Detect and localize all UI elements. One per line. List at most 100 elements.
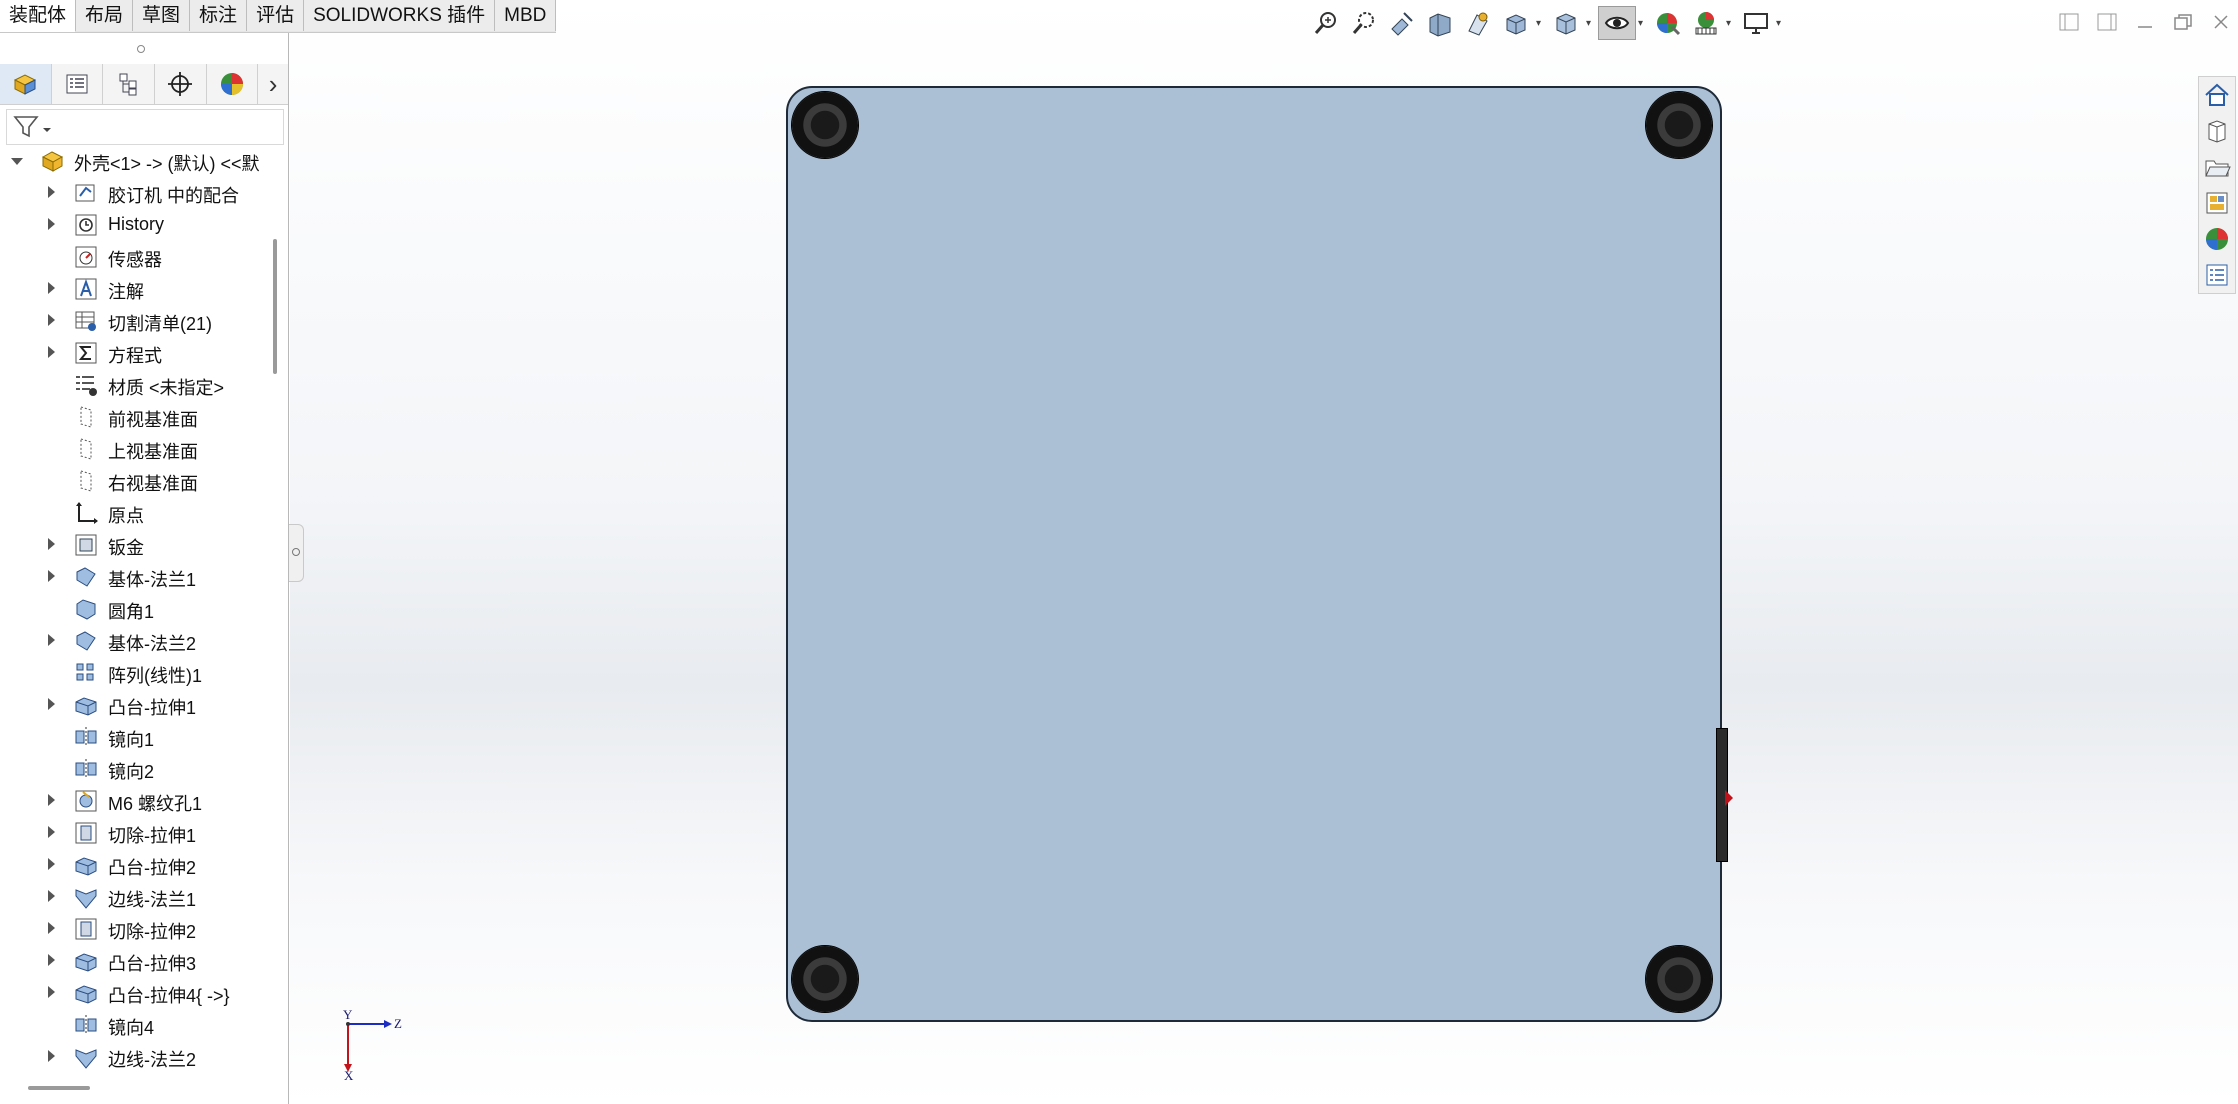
panel-collapse-handle[interactable] xyxy=(289,524,304,582)
tree-item[interactable]: 注解 xyxy=(0,273,270,305)
expand-arrow-icon[interactable] xyxy=(48,858,55,870)
expand-arrow-icon[interactable] xyxy=(48,986,55,998)
rubber-foot[interactable] xyxy=(1646,92,1712,158)
chevron-down-icon[interactable]: ▾ xyxy=(1536,18,1546,29)
tree-item[interactable]: 边线-法兰2 xyxy=(0,1041,270,1073)
expand-arrow-icon[interactable] xyxy=(48,1050,55,1062)
horizontal-scrollbar[interactable] xyxy=(28,1086,90,1090)
vertical-scrollbar[interactable] xyxy=(273,239,277,374)
tree-item[interactable]: 边线-法兰1 xyxy=(0,881,270,913)
solidworks-resources-tab[interactable] xyxy=(2199,77,2235,113)
previous-view-button[interactable] xyxy=(1384,7,1420,39)
file-explorer-tab[interactable] xyxy=(2199,149,2235,185)
tree-item-label: 凸台-拉伸3 xyxy=(108,954,197,974)
tree-item[interactable]: 凸台-拉伸1 xyxy=(0,689,270,721)
tile-left-button[interactable] xyxy=(2052,6,2086,38)
chevron-right-icon[interactable]: › xyxy=(258,64,288,104)
tree-item[interactable]: 胶订机 中的配合 xyxy=(0,177,270,209)
view-palette-tab[interactable] xyxy=(2199,185,2235,221)
tree-item[interactable]: 镜向2 xyxy=(0,753,270,785)
tree-item[interactable]: 传感器 xyxy=(0,241,270,273)
chevron-down-icon[interactable]: ▾ xyxy=(1726,18,1736,29)
tree-item[interactable]: 材质 <未指定> xyxy=(0,369,270,401)
section-view-button[interactable] xyxy=(1422,7,1458,39)
tree-item[interactable]: 凸台-拉伸3 xyxy=(0,945,270,977)
edit-appearance-button[interactable] xyxy=(1650,7,1686,39)
tree-item[interactable]: 基体-法兰2 xyxy=(0,625,270,657)
view-settings-button[interactable] xyxy=(1738,7,1774,39)
expand-arrow-icon[interactable] xyxy=(48,954,55,966)
graphics-area[interactable]: ▾ ▾ ▾ ▾ ▾ Y Z X xyxy=(290,0,2238,1104)
tree-item[interactable]: 镜向4 xyxy=(0,1009,270,1041)
tree-item[interactable]: 右视基准面 xyxy=(0,465,270,497)
tree-item[interactable]: 圆角1 xyxy=(0,593,270,625)
feature-manager-tab[interactable] xyxy=(0,64,52,104)
display-style-button[interactable] xyxy=(1548,7,1584,39)
minimize-button[interactable] xyxy=(2128,6,2162,38)
tree-item[interactable]: 上视基准面 xyxy=(0,433,270,465)
command-tab[interactable]: 装配体 xyxy=(0,0,77,32)
dimxpert-tab[interactable] xyxy=(155,64,207,104)
expand-arrow-icon[interactable] xyxy=(48,922,55,934)
tree-item[interactable]: History xyxy=(0,209,270,241)
zoom-to-fit-button[interactable] xyxy=(1308,7,1344,39)
design-library-tab[interactable] xyxy=(2199,113,2235,149)
expand-arrow-icon[interactable] xyxy=(48,890,55,902)
close-button[interactable] xyxy=(2204,6,2238,38)
expand-arrow-icon[interactable] xyxy=(48,218,55,230)
command-tab[interactable]: 布局 xyxy=(76,0,134,31)
property-manager-tab[interactable] xyxy=(52,64,104,104)
rubber-foot[interactable] xyxy=(1646,946,1712,1012)
chevron-down-icon[interactable]: ▾ xyxy=(1776,18,1786,29)
custom-properties-tab[interactable] xyxy=(2199,257,2235,293)
expand-arrow-icon[interactable] xyxy=(48,346,55,358)
tree-item[interactable]: 前视基准面 xyxy=(0,401,270,433)
hide-show-items-button[interactable] xyxy=(1598,6,1636,40)
tree-item[interactable]: 切除-拉伸2 xyxy=(0,913,270,945)
part-model[interactable] xyxy=(786,86,1722,1022)
expand-arrow-icon[interactable] xyxy=(48,826,55,838)
tree-item[interactable]: 切除-拉伸1 xyxy=(0,817,270,849)
tree-item[interactable]: 镜向1 xyxy=(0,721,270,753)
panel-grip[interactable] xyxy=(137,45,145,53)
expand-arrow-icon[interactable] xyxy=(48,282,55,294)
command-tab[interactable]: SOLIDWORKS 插件 xyxy=(304,0,496,31)
expand-arrow-icon[interactable] xyxy=(48,186,55,198)
view-orientation-button[interactable] xyxy=(1498,7,1534,39)
collapse-arrow-icon[interactable] xyxy=(11,158,23,165)
appearances-icon xyxy=(2206,228,2228,250)
expand-arrow-icon[interactable] xyxy=(48,314,55,326)
appearances-tab[interactable] xyxy=(2199,221,2235,257)
expand-arrow-icon[interactable] xyxy=(48,538,55,550)
command-tab[interactable]: 标注 xyxy=(190,0,248,31)
chevron-down-icon[interactable]: ▾ xyxy=(1638,18,1648,29)
chevron-down-icon[interactable]: ▾ xyxy=(1586,18,1596,29)
tree-item[interactable]: 方程式 xyxy=(0,337,270,369)
command-tab[interactable]: MBD xyxy=(495,0,557,31)
expand-arrow-icon[interactable] xyxy=(48,698,55,710)
tree-root-item[interactable]: 外壳<1> -> (默认) <<默 xyxy=(0,145,270,177)
tree-item[interactable]: 凸台-拉伸2 xyxy=(0,849,270,881)
tree-item[interactable]: 基体-法兰1 xyxy=(0,561,270,593)
restore-button[interactable] xyxy=(2166,6,2200,38)
expand-arrow-icon[interactable] xyxy=(48,634,55,646)
expand-arrow-icon[interactable] xyxy=(48,794,55,806)
dynamic-annotation-views-button[interactable] xyxy=(1460,7,1496,39)
tree-item[interactable]: 凸台-拉伸4{ ->} xyxy=(0,977,270,1009)
tile-right-button[interactable] xyxy=(2090,6,2124,38)
tree-item[interactable]: 切割清单(21) xyxy=(0,305,270,337)
zoom-to-area-button[interactable] xyxy=(1346,7,1382,39)
rubber-foot[interactable] xyxy=(792,946,858,1012)
tree-item[interactable]: 原点 xyxy=(0,497,270,529)
apply-scene-button[interactable] xyxy=(1688,7,1724,39)
command-tab[interactable]: 草图 xyxy=(133,0,191,31)
expand-arrow-icon[interactable] xyxy=(48,570,55,582)
tree-item[interactable]: 阵列(线性)1 xyxy=(0,657,270,689)
display-manager-tab[interactable] xyxy=(207,64,259,104)
command-tab[interactable]: 评估 xyxy=(247,0,305,31)
configuration-manager-tab[interactable] xyxy=(103,64,155,104)
tree-filter[interactable] xyxy=(6,109,284,145)
tree-item[interactable]: 钣金 xyxy=(0,529,270,561)
rubber-foot[interactable] xyxy=(792,92,858,158)
tree-item[interactable]: M6 螺纹孔1 xyxy=(0,785,270,817)
